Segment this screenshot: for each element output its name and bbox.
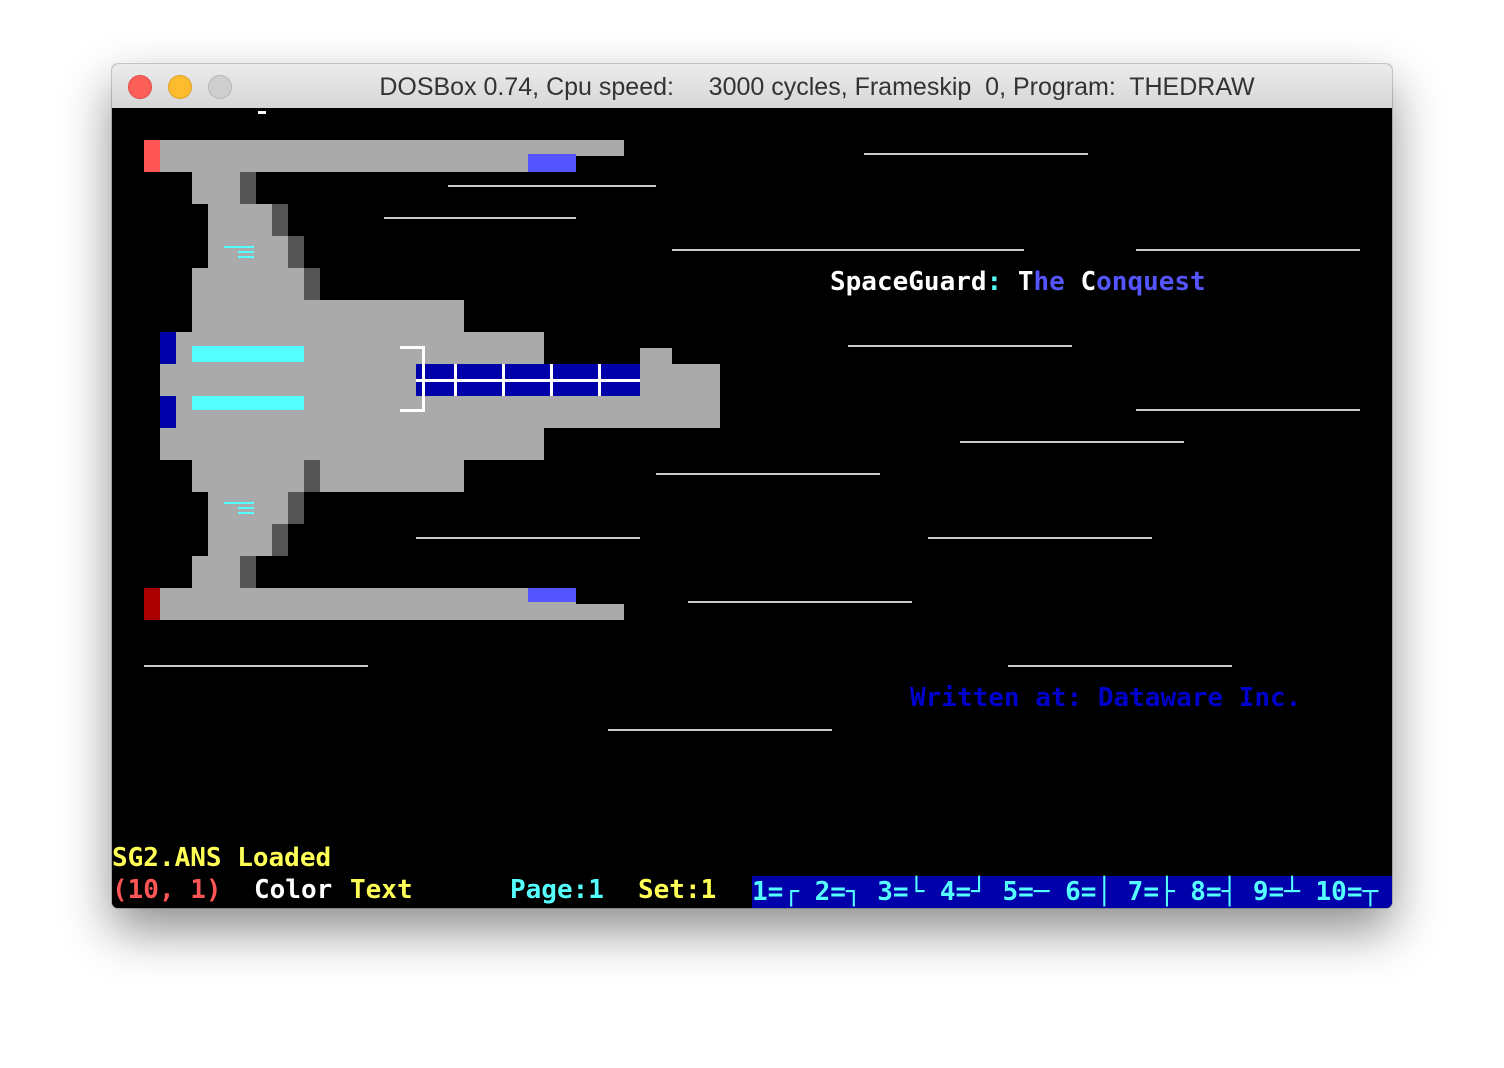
- bottom-wing-panel: [528, 588, 576, 602]
- mode-label: Color: [254, 875, 333, 905]
- bottom-wing: [160, 588, 576, 604]
- zoom-button[interactable]: [208, 75, 232, 99]
- bottom-wing-tip-light: [144, 588, 160, 620]
- top-wing-panel: [528, 154, 576, 172]
- window-title: DOSBox 0.74, Cpu speed: 3000 cycles, Fra…: [379, 73, 1255, 101]
- title-space: SpaceGuard: [830, 267, 987, 297]
- file-status-message: SG2.ANS Loaded: [112, 843, 332, 873]
- engine-stripe-bottom: [192, 396, 304, 410]
- dos-screen[interactable]: SpaceGuard: The Conquest Written at: Dat…: [112, 108, 1392, 908]
- page-indicator[interactable]: Page:1: [510, 874, 604, 906]
- title-bar[interactable]: DOSBox 0.74, Cpu speed: 3000 cycles, Fra…: [112, 64, 1392, 109]
- dosbox-window: DOSBox 0.74, Cpu speed: 3000 cycles, Fra…: [112, 64, 1392, 908]
- mode-value[interactable]: Text: [350, 874, 413, 906]
- char-set-hints[interactable]: 1=┌ 2=┐ 3=└ 4=┘ 5=─ 6=│ 7=├ 8=┤ 9=┴ 10=┬: [752, 876, 1378, 908]
- title-he: he: [1033, 267, 1065, 297]
- title-onquest: onquest: [1096, 267, 1206, 297]
- cursor-mark: [258, 111, 266, 114]
- title-c: C: [1080, 267, 1097, 297]
- ship-nose: [672, 364, 720, 396]
- engine-stripe-top: [192, 346, 304, 362]
- title-t: T: [1017, 267, 1034, 297]
- set-indicator[interactable]: Set:1: [638, 874, 716, 906]
- art-title: SpaceGuard: The Conquest: [830, 266, 1206, 298]
- hull: [192, 300, 464, 332]
- minimize-button[interactable]: [168, 75, 192, 99]
- credit-text: Written at: Dataware Inc.: [910, 683, 1302, 713]
- close-button[interactable]: [128, 75, 152, 99]
- top-wing-tip-light: [144, 140, 160, 172]
- title-colon: :: [986, 267, 1003, 297]
- cursor-position: (10, 1): [112, 875, 222, 905]
